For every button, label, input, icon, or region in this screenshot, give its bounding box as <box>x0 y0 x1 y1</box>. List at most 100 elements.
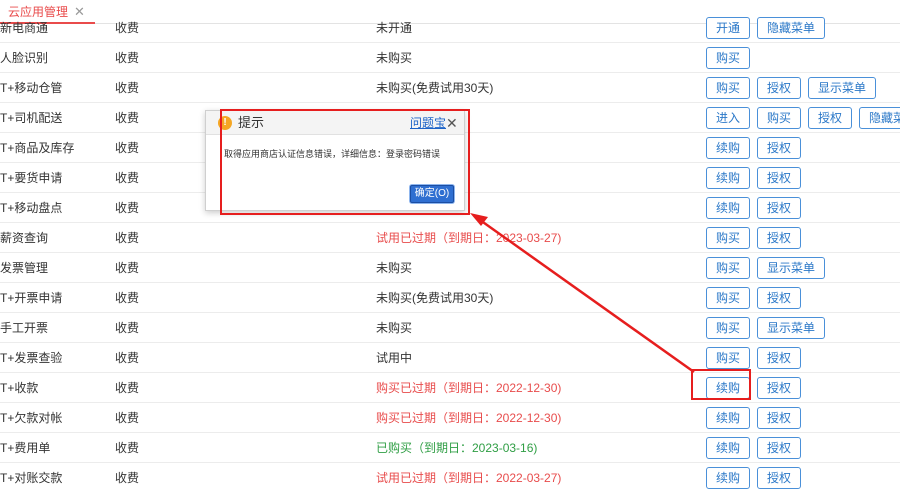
fee-type: 收费 <box>115 21 140 35</box>
fee-type: 收费 <box>115 441 140 455</box>
action-button[interactable]: 显示菜单 <box>757 257 826 279</box>
table-row: T+移动仓管 收费 未购买(免费试用30天) 购买 授权 显示菜单 <box>0 73 900 103</box>
row-actions: 续购 授权 <box>706 467 802 489</box>
app-name: T+对账交款 <box>0 471 63 485</box>
fee-type: 收费 <box>115 351 140 365</box>
fee-type: 收费 <box>115 321 140 335</box>
action-button[interactable]: 开通 <box>706 17 751 39</box>
action-button[interactable]: 购买 <box>706 257 751 279</box>
fee-type: 收费 <box>115 381 140 395</box>
app-name: T+费用单 <box>0 441 51 455</box>
action-button[interactable]: 授权 <box>757 407 802 429</box>
status-text: 未开通 <box>376 21 413 35</box>
row-actions: 购买 授权 <box>706 227 802 249</box>
prompt-dialog: ! 提示 问题宝 ✕ 取得应用商店认证信息错误，详细信息：登录密码错误 确定(O… <box>205 110 465 211</box>
app-name: 薪资查询 <box>0 231 49 245</box>
action-button[interactable]: 授权 <box>757 437 802 459</box>
fee-type: 收费 <box>115 141 140 155</box>
fee-type: 收费 <box>115 261 140 275</box>
row-actions: 续购 授权 <box>706 437 802 459</box>
action-button[interactable]: 授权 <box>757 137 802 159</box>
app-name: T+欠款对帐 <box>0 411 63 425</box>
table-row: 手工开票 收费 未购买 购买 显示菜单 <box>0 313 900 343</box>
row-actions: 购买 显示菜单 <box>706 317 826 339</box>
fee-type: 收费 <box>115 291 140 305</box>
fee-type: 收费 <box>115 411 140 425</box>
table-row: T+收款 收费 购买已过期（到期日：2022-12-30) 续购 授权 <box>0 373 900 403</box>
row-actions: 购买 <box>706 47 751 69</box>
fee-type: 收费 <box>115 111 140 125</box>
dialog-message: 取得应用商店认证信息错误，详细信息：登录密码错误 <box>224 149 441 159</box>
status-text: 未购买 <box>376 51 413 65</box>
action-button[interactable]: 进入 <box>706 107 751 129</box>
app-name: T+要货申请 <box>0 171 63 185</box>
action-button[interactable]: 续购 <box>706 167 751 189</box>
row-actions: 续购 授权 <box>706 197 802 219</box>
close-icon[interactable]: ✕ <box>446 111 458 135</box>
status-text: 未购买(免费试用30天) <box>376 291 494 305</box>
row-actions: 续购 授权 <box>706 137 802 159</box>
action-button[interactable]: 授权 <box>757 287 802 309</box>
status-text: 已购买（到期日：2023-03-16) <box>376 441 538 455</box>
action-button[interactable]: 购买 <box>706 287 751 309</box>
fee-type: 收费 <box>115 471 140 485</box>
action-button[interactable]: 购买 <box>706 227 751 249</box>
dialog-header: ! 提示 问题宝 ✕ <box>206 111 464 135</box>
action-button[interactable]: 隐藏菜单 <box>859 107 900 129</box>
action-button[interactable]: 授权 <box>808 107 853 129</box>
row-actions: 续购 授权 <box>706 407 802 429</box>
status-text: 试用已过期（到期日：2022-03-27) <box>376 471 562 485</box>
row-actions: 开通 隐藏菜单 <box>706 17 826 39</box>
table-row: T+开票申请 收费 未购买(免费试用30天) 购买 授权 <box>0 283 900 313</box>
action-button[interactable]: 显示菜单 <box>808 77 877 99</box>
help-link[interactable]: 问题宝 <box>410 111 446 135</box>
status-text: 购买已过期（到期日：2022-12-30) <box>376 411 562 425</box>
action-button[interactable]: 续购 <box>706 407 751 429</box>
action-button[interactable]: 授权 <box>757 377 802 399</box>
action-button[interactable]: 购买 <box>706 347 751 369</box>
action-button[interactable]: 授权 <box>757 467 802 489</box>
action-button[interactable]: 续购 <box>706 377 751 399</box>
action-button[interactable]: 续购 <box>706 197 751 219</box>
action-button[interactable]: 购买 <box>706 77 751 99</box>
action-button[interactable]: 授权 <box>757 77 802 99</box>
status-text: 试用已过期（到期日：2023-03-27) <box>376 231 562 245</box>
app-name: T+收款 <box>0 381 39 395</box>
table-row: 人脸识别 收费 未购买 购买 <box>0 43 900 73</box>
action-button[interactable]: 购买 <box>757 107 802 129</box>
action-button[interactable]: 授权 <box>757 347 802 369</box>
app-name: T+发票查验 <box>0 351 63 365</box>
action-button[interactable]: 显示菜单 <box>757 317 826 339</box>
app-name: T+开票申请 <box>0 291 63 305</box>
row-actions: 进入购买授权隐藏菜单 <box>706 107 900 129</box>
status-text: 未购买 <box>376 261 413 275</box>
action-button[interactable]: 购买 <box>706 317 751 339</box>
status-text: 购买已过期（到期日：2022-12-30) <box>376 381 562 395</box>
action-button[interactable]: 续购 <box>706 137 751 159</box>
action-button[interactable]: 续购 <box>706 467 751 489</box>
fee-type: 收费 <box>115 51 140 65</box>
table-row: T+发票查验 收费 试用中 购买 授权 <box>0 343 900 373</box>
fee-type: 收费 <box>115 231 140 245</box>
app-name: T+司机配送 <box>0 111 63 125</box>
action-button[interactable]: 授权 <box>757 197 802 219</box>
ok-button[interactable]: 确定(O) <box>410 185 454 203</box>
table-row: T+对账交款 收费 试用已过期（到期日：2022-03-27) 续购 授权 <box>0 463 900 489</box>
app-name: T+移动盘点 <box>0 201 63 215</box>
app-name: 人脸识别 <box>0 51 49 65</box>
app-name: T+移动仓管 <box>0 81 63 95</box>
row-actions: 续购 授权 <box>706 377 802 399</box>
action-button[interactable]: 续购 <box>706 437 751 459</box>
action-button[interactable]: 购买 <box>706 47 751 69</box>
action-button[interactable]: 授权 <box>757 227 802 249</box>
status-text: 未购买 <box>376 321 413 335</box>
table-row: T+欠款对帐 收费 购买已过期（到期日：2022-12-30) 续购 授权 <box>0 403 900 433</box>
app-name: 发票管理 <box>0 261 49 275</box>
app-name: 新电商通 <box>0 21 49 35</box>
row-actions: 购买 授权 <box>706 287 802 309</box>
action-button[interactable]: 授权 <box>757 167 802 189</box>
dialog-title: 提示 <box>238 115 265 130</box>
action-button[interactable]: 隐藏菜单 <box>757 17 826 39</box>
fee-type: 收费 <box>115 201 140 215</box>
fee-type: 收费 <box>115 81 140 95</box>
